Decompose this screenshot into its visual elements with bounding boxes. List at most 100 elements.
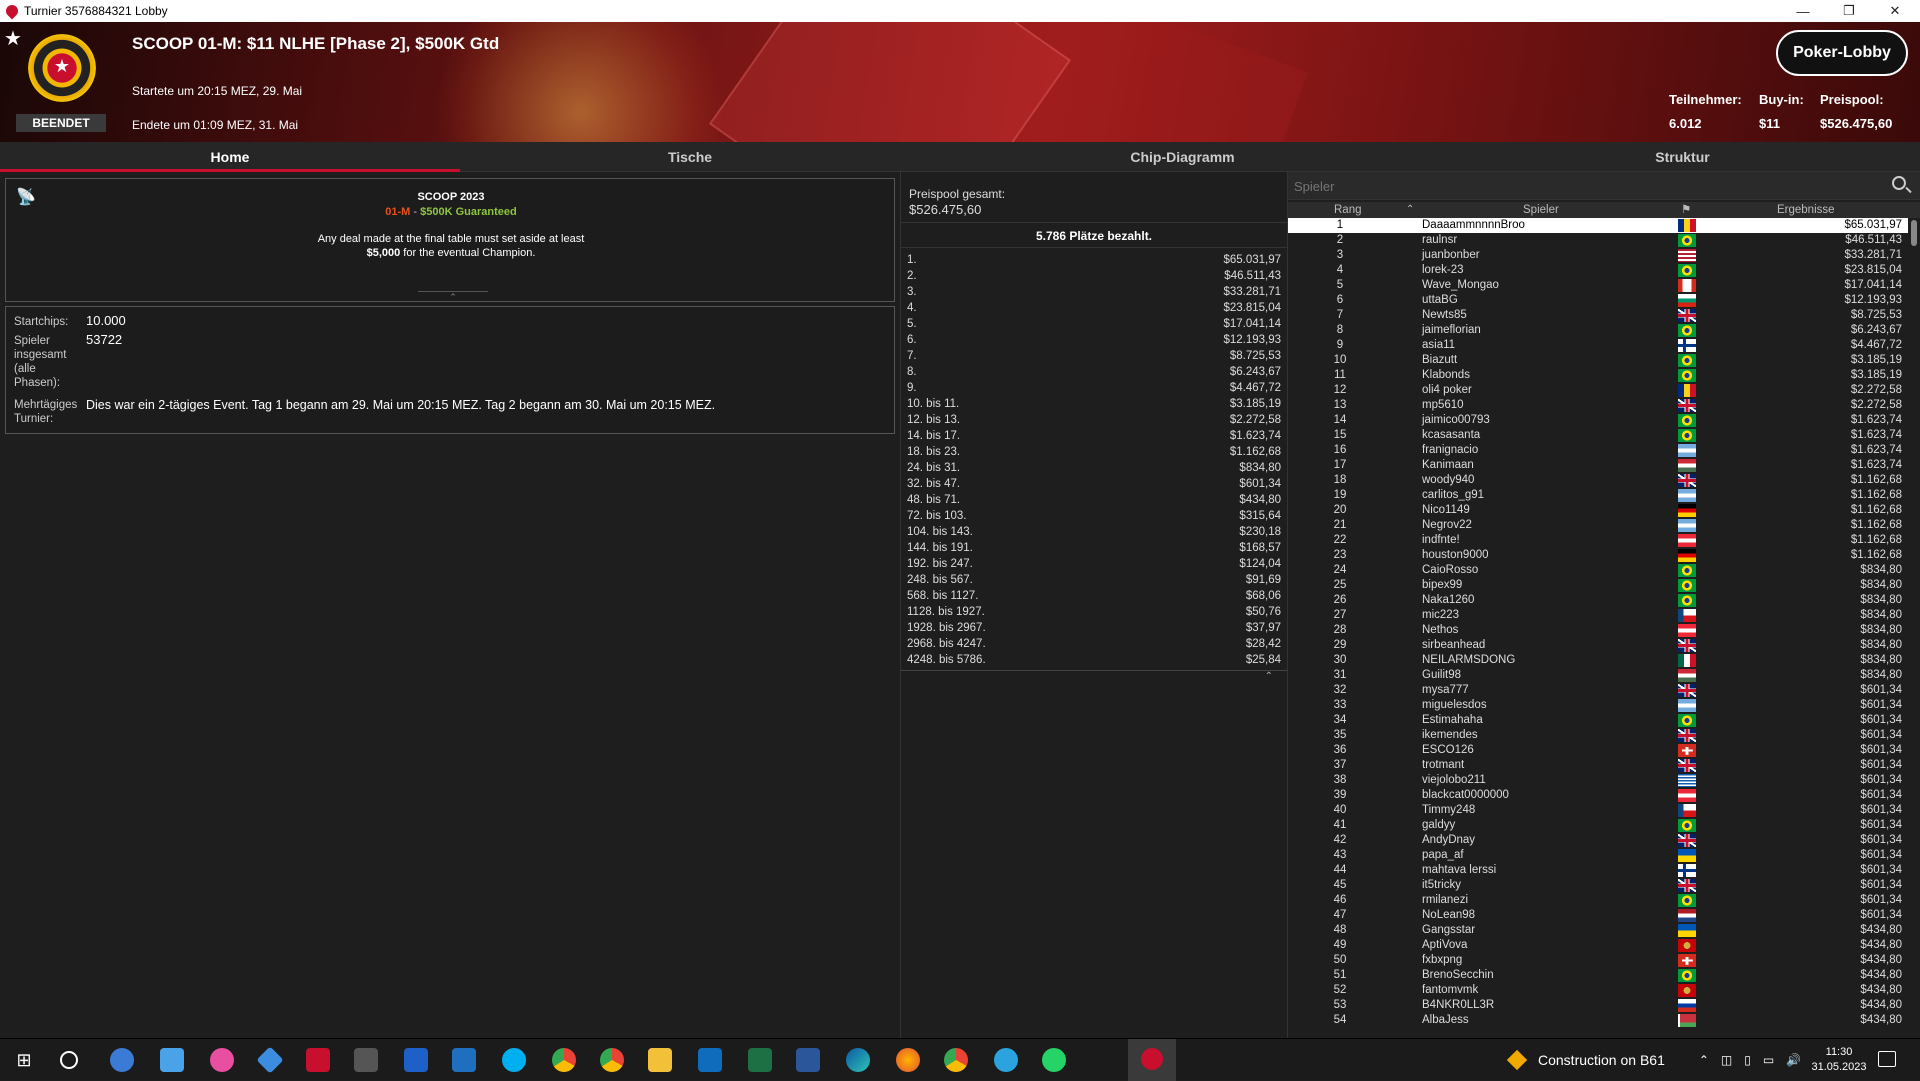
mcafee-icon[interactable] xyxy=(306,1048,330,1072)
table-row[interactable]: 54 AlbaJess $434,80 xyxy=(1288,1013,1908,1028)
table-row[interactable]: 15 kcasasanta $1.623,74 xyxy=(1288,428,1908,443)
table-row[interactable]: 7 Newts85 $8.725,53 xyxy=(1288,308,1908,323)
table-row[interactable]: 18 woody940 $1.162,68 xyxy=(1288,473,1908,488)
table-row[interactable]: 45 it5tricky $601,34 xyxy=(1288,878,1908,893)
table-row[interactable]: 5 Wave_Mongao $17.041,14 xyxy=(1288,278,1908,293)
clock[interactable]: 11:30 31.05.2023 xyxy=(1804,1045,1874,1075)
tab-home[interactable]: Home xyxy=(0,142,460,172)
table-row[interactable]: 50 fxbxpng $434,80 xyxy=(1288,953,1908,968)
firefox-icon[interactable] xyxy=(896,1048,920,1072)
pokerstars-taskbar-button[interactable] xyxy=(1128,1039,1176,1081)
column-rank[interactable]: Rang xyxy=(1334,202,1362,218)
word-icon[interactable] xyxy=(796,1048,820,1072)
table-row[interactable]: 10 Biazutt $3.185,19 xyxy=(1288,353,1908,368)
table-row[interactable]: 37 trotmant $601,34 xyxy=(1288,758,1908,773)
network-icon[interactable]: ◫ xyxy=(1721,1053,1732,1067)
app-icon[interactable] xyxy=(256,1046,284,1074)
search-icon[interactable] xyxy=(1892,176,1906,190)
table-row[interactable]: 11 Klabonds $3.185,19 xyxy=(1288,368,1908,383)
chevron-up-icon[interactable]: ⌃ xyxy=(1699,1053,1709,1067)
monitor-icon[interactable]: ▭ xyxy=(1763,1053,1774,1067)
sky-icon[interactable] xyxy=(404,1048,428,1072)
table-row[interactable]: 33 miguelesdos $601,34 xyxy=(1288,698,1908,713)
table-row[interactable]: 31 Guilit98 $834,80 xyxy=(1288,668,1908,683)
table-row[interactable]: 52 fantomvmk $434,80 xyxy=(1288,983,1908,998)
table-row[interactable]: 40 Timmy248 $601,34 xyxy=(1288,803,1908,818)
close-button[interactable]: ✕ xyxy=(1872,0,1918,22)
table-row[interactable]: 48 Gangsstar $434,80 xyxy=(1288,923,1908,938)
table-row[interactable]: 13 mp5610 $2.272,58 xyxy=(1288,398,1908,413)
telegram-icon[interactable] xyxy=(994,1048,1018,1072)
gg-icon[interactable] xyxy=(354,1048,378,1072)
table-row[interactable]: 34 Estimahaha $601,34 xyxy=(1288,713,1908,728)
table-row[interactable]: 41 galdyy $601,34 xyxy=(1288,818,1908,833)
players-scrollbar[interactable] xyxy=(1910,218,1918,1038)
table-row[interactable]: 2 raulnsr $46.511,43 xyxy=(1288,233,1908,248)
chrome-icon[interactable] xyxy=(944,1048,968,1072)
scrollbar-thumb[interactable] xyxy=(1911,220,1917,246)
chrome-icon[interactable] xyxy=(552,1048,576,1072)
table-row[interactable]: 29 sirbeanhead $834,80 xyxy=(1288,638,1908,653)
table-row[interactable]: 51 BrenoSecchin $434,80 xyxy=(1288,968,1908,983)
collapse-icon[interactable]: ⌃ xyxy=(901,671,1287,682)
restore-button[interactable]: ❐ xyxy=(1826,0,1872,22)
battery-icon[interactable]: ▯ xyxy=(1744,1053,1751,1067)
table-row[interactable]: 28 Nethos $834,80 xyxy=(1288,623,1908,638)
tab-chip-chart[interactable]: Chip-Diagramm xyxy=(920,142,1445,172)
table-row[interactable]: 26 Naka1260 $834,80 xyxy=(1288,593,1908,608)
tab-structure[interactable]: Struktur xyxy=(1445,142,1920,172)
table-row[interactable]: 39 blackcat0000000 $601,34 xyxy=(1288,788,1908,803)
warning-icon[interactable] xyxy=(1506,1049,1528,1071)
windows-start-icon[interactable]: ⊞ xyxy=(12,1048,36,1072)
table-row[interactable]: 6 uttaBG $12.193,93 xyxy=(1288,293,1908,308)
table-row[interactable]: 17 Kanimaan $1.623,74 xyxy=(1288,458,1908,473)
table-row[interactable]: 14 jaimico00793 $1.623,74 xyxy=(1288,413,1908,428)
poker-lobby-button[interactable]: Poker-Lobby xyxy=(1776,30,1908,76)
table-row[interactable]: 47 NoLean98 $601,34 xyxy=(1288,908,1908,923)
edge-icon[interactable] xyxy=(846,1048,870,1072)
table-row[interactable]: 22 indfnte! $1.162,68 xyxy=(1288,533,1908,548)
table-row[interactable]: 9 asia11 $4.467,72 xyxy=(1288,338,1908,353)
table-row[interactable]: 46 rmilanezi $601,34 xyxy=(1288,893,1908,908)
tab-tables[interactable]: Tische xyxy=(460,142,920,172)
table-row[interactable]: 21 Negrov22 $1.162,68 xyxy=(1288,518,1908,533)
table-row[interactable]: 38 viejolobo211 $601,34 xyxy=(1288,773,1908,788)
table-row[interactable]: 44 mahtava lerssi $601,34 xyxy=(1288,863,1908,878)
chrome-icon[interactable] xyxy=(600,1048,624,1072)
file-explorer-icon[interactable] xyxy=(648,1048,672,1072)
column-results[interactable]: Ergebnisse xyxy=(1777,202,1835,218)
table-row[interactable]: 32 mysa777 $601,34 xyxy=(1288,683,1908,698)
volume-icon[interactable]: 🔊 xyxy=(1786,1053,1801,1067)
table-row[interactable]: 16 franignacio $1.623,74 xyxy=(1288,443,1908,458)
table-row[interactable]: 27 mic223 $834,80 xyxy=(1288,608,1908,623)
onedrive-icon[interactable] xyxy=(160,1048,184,1072)
table-row[interactable]: 30 NEILARMSDONG $834,80 xyxy=(1288,653,1908,668)
notification-center-icon[interactable] xyxy=(1878,1051,1896,1067)
itunes-icon[interactable] xyxy=(210,1048,234,1072)
excel-icon[interactable] xyxy=(748,1048,772,1072)
table-row[interactable]: 3 juanbonber $33.281,71 xyxy=(1288,248,1908,263)
traffic-notification[interactable]: Construction on B61 xyxy=(1538,1052,1665,1068)
table-row[interactable]: 53 B4NKR0LL3R $434,80 xyxy=(1288,998,1908,1013)
flag-column-icon[interactable]: ⚑ xyxy=(1681,202,1691,218)
table-row[interactable]: 1 DaaaammnnnnBroo $65.031,97 xyxy=(1288,218,1908,233)
whatsapp-icon[interactable] xyxy=(1042,1048,1066,1072)
prime-video-icon[interactable] xyxy=(452,1048,476,1072)
table-row[interactable]: 8 jaimeflorian $6.243,67 xyxy=(1288,323,1908,338)
table-row[interactable]: 23 houston9000 $1.162,68 xyxy=(1288,548,1908,563)
table-row[interactable]: 42 AndyDnay $601,34 xyxy=(1288,833,1908,848)
outlook-icon[interactable] xyxy=(698,1048,722,1072)
table-row[interactable]: 25 bipex99 $834,80 xyxy=(1288,578,1908,593)
table-row[interactable]: 35 ikemendes $601,34 xyxy=(1288,728,1908,743)
sort-asc-icon[interactable]: ⌃ xyxy=(1406,202,1414,218)
column-player[interactable]: Spieler xyxy=(1523,202,1559,218)
table-row[interactable]: 49 AptiVova $434,80 xyxy=(1288,938,1908,953)
table-row[interactable]: 20 Nico1149 $1.162,68 xyxy=(1288,503,1908,518)
player-search-input[interactable] xyxy=(1294,176,1874,196)
table-row[interactable]: 19 carlitos_g91 $1.162,68 xyxy=(1288,488,1908,503)
minimize-button[interactable]: — xyxy=(1780,0,1826,22)
table-row[interactable]: 24 CaioRosso $834,80 xyxy=(1288,563,1908,578)
skype-icon[interactable] xyxy=(502,1048,526,1072)
table-row[interactable]: 36 ESCO126 $601,34 xyxy=(1288,743,1908,758)
table-row[interactable]: 4 lorek-23 $23.815,04 xyxy=(1288,263,1908,278)
